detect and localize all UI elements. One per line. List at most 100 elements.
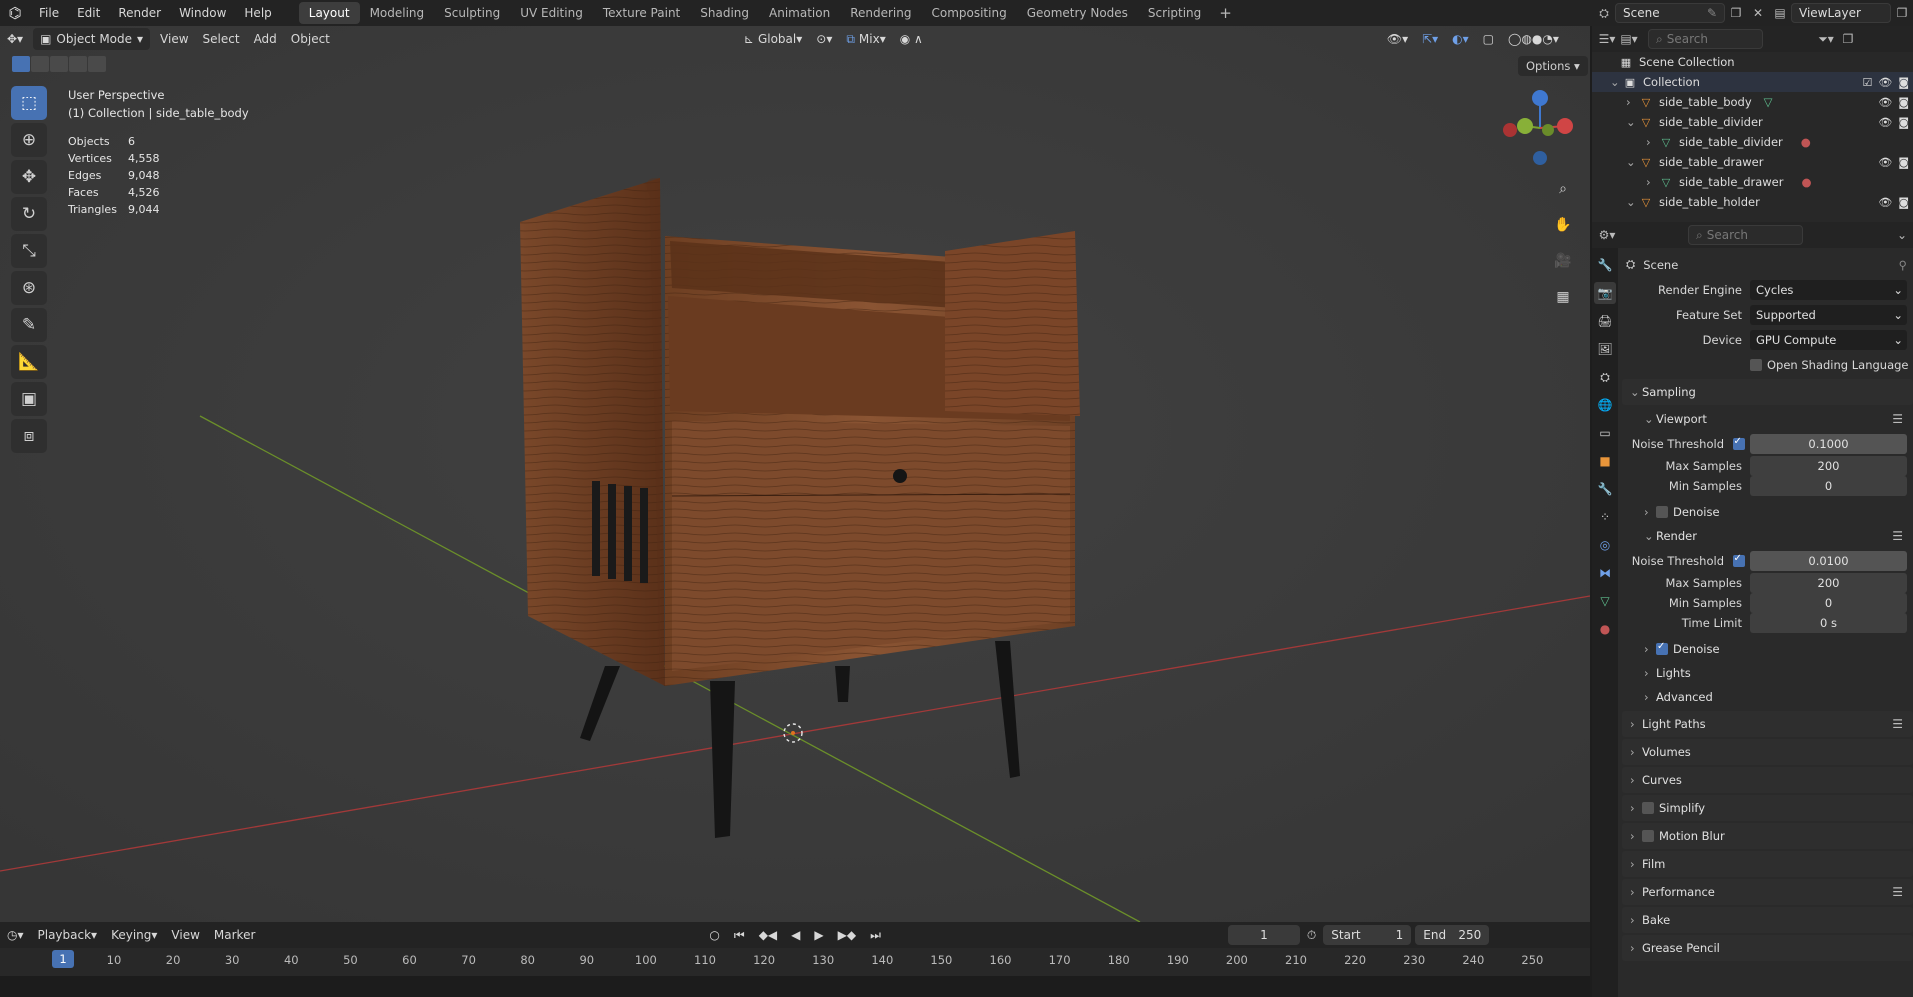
transform-icon[interactable]: ⊛ (11, 271, 47, 305)
particles-tab-icon[interactable]: ⁘ (1594, 506, 1616, 528)
new-scene-icon[interactable]: ❐ (1725, 3, 1747, 23)
viewport-max-field[interactable]: 200 (1750, 456, 1907, 476)
simplify-panel[interactable]: › Simplify (1622, 795, 1913, 821)
rotate-icon[interactable]: ↻ (11, 197, 47, 231)
eye-icon[interactable]: 👁 (1878, 196, 1892, 209)
pivot-icon[interactable]: ⊙▾ (809, 28, 839, 50)
light-paths-panel[interactable]: › Light Paths ☰ (1622, 711, 1913, 737)
tab-sculpting[interactable]: Sculpting (434, 2, 510, 24)
selection-mode-buttons[interactable] (12, 56, 106, 72)
render-max-field[interactable]: 200 (1750, 573, 1907, 593)
tab-compositing[interactable]: Compositing (921, 2, 1016, 24)
world-tab-icon[interactable]: 🌐 (1594, 394, 1616, 416)
pin-icon[interactable]: ⚲ (1899, 258, 1907, 272)
outliner-scene-collection[interactable]: ▦ Scene Collection (1592, 52, 1913, 72)
xray-icon[interactable]: ▢ (1476, 28, 1501, 50)
modifier-tab-icon[interactable]: 🔧 (1594, 478, 1616, 500)
preset-list-icon[interactable]: ☰ (1892, 412, 1903, 426)
eye-icon[interactable]: 👁 (1878, 96, 1892, 109)
menu-timeline-view[interactable]: View (164, 924, 206, 946)
add-workspace-icon[interactable]: + (1211, 4, 1240, 22)
overlay-toggle-icon[interactable]: ◐▾ (1445, 28, 1476, 50)
render-camera-icon[interactable]: ◙ (1898, 96, 1909, 109)
chevron-down-icon[interactable]: ⌄ (1626, 115, 1638, 129)
noise-threshold-checkbox[interactable] (1732, 553, 1745, 567)
select-intersect-icon[interactable] (88, 56, 106, 72)
menu-view[interactable]: View (153, 28, 195, 50)
outliner-search[interactable]: ⌕ Search (1648, 29, 1763, 49)
render-subpanel-header[interactable]: ⌄ Render ☰ (1622, 524, 1913, 548)
render-denoise-subpanel[interactable]: › Denoise (1622, 637, 1913, 661)
select-box-icon[interactable]: ⬚ (11, 86, 47, 120)
object-tab-icon[interactable]: ■ (1594, 450, 1616, 472)
material-tab-icon[interactable]: ● (1594, 618, 1616, 640)
advanced-subpanel[interactable]: › Advanced (1622, 685, 1913, 709)
orientation-selector[interactable]: ⊾ Global ▾ (737, 28, 809, 50)
menu-marker[interactable]: Marker (207, 924, 262, 946)
lights-subpanel[interactable]: › Lights (1622, 661, 1913, 685)
bake-panel[interactable]: › Bake (1622, 907, 1913, 933)
mode-selector[interactable]: ▣ Object Mode ▾ (33, 28, 151, 50)
start-frame-field[interactable]: Start 1 (1323, 925, 1412, 945)
chevron-down-icon[interactable]: ⌄ (1626, 195, 1638, 209)
menu-file[interactable]: File (30, 0, 68, 26)
display-mode-icon[interactable]: ▤▾ (1618, 29, 1640, 49)
camera-icon[interactable]: 🎥 (1550, 248, 1576, 274)
scale-icon[interactable]: ⤡ (11, 234, 47, 268)
snap-selector[interactable]: ⧉ Mix ▾ (839, 28, 892, 50)
chevron-down-icon[interactable]: ⌄ (1891, 225, 1913, 245)
grease-pencil-panel[interactable]: › Grease Pencil (1622, 935, 1913, 961)
menu-help[interactable]: Help (235, 0, 280, 26)
render-min-field[interactable]: 0 (1750, 593, 1907, 613)
menu-select[interactable]: Select (196, 28, 247, 50)
simplify-checkbox[interactable] (1642, 802, 1654, 814)
tab-scripting[interactable]: Scripting (1138, 2, 1211, 24)
move-icon[interactable]: ✥ (11, 160, 47, 194)
menu-add[interactable]: Add (247, 28, 284, 50)
measure-icon[interactable]: 📐 (11, 345, 47, 379)
tab-rendering[interactable]: Rendering (840, 2, 921, 24)
zoom-icon[interactable]: ⌕ (1550, 176, 1576, 202)
preset-list-icon[interactable]: ☰ (1892, 885, 1903, 899)
extra-tool-icon[interactable]: ⧈ (11, 419, 47, 453)
annotate-icon[interactable]: ✎ (11, 308, 47, 342)
jump-start-icon[interactable]: ⏮ (727, 924, 752, 946)
outliner-item[interactable]: ⌄ ▽ side_table_drawer 👁 ◙ (1592, 152, 1913, 172)
feature-set-dropdown[interactable]: Supported ⌄ (1750, 304, 1907, 325)
outliner-item[interactable]: › ▽ side_table_drawer ● (1592, 172, 1913, 192)
cursor-icon[interactable]: ⊕ (11, 123, 47, 157)
tab-modeling[interactable]: Modeling (360, 2, 435, 24)
preset-list-icon[interactable]: ☰ (1892, 717, 1903, 731)
preset-list-icon[interactable]: ☰ (1892, 529, 1903, 543)
chevron-right-icon[interactable]: › (1626, 95, 1638, 109)
timeline-scrollbar[interactable] (0, 976, 1590, 997)
play-reverse-icon[interactable]: ◀ (784, 924, 807, 946)
timeline-editor-icon[interactable]: ◷▾ (0, 924, 31, 946)
scene-selector[interactable]: Scene ✎ (1615, 3, 1725, 23)
chevron-down-icon[interactable]: ⌄ (1610, 75, 1622, 89)
outliner-item[interactable]: › ▽ side_table_body ▽ 👁 ◙ (1592, 92, 1913, 112)
editor-type-icon[interactable]: ✥▾ (0, 28, 30, 50)
select-new-icon[interactable] (12, 56, 30, 72)
motion-blur-checkbox[interactable] (1642, 830, 1654, 842)
select-difference-icon[interactable] (69, 56, 87, 72)
viewport-denoise-subpanel[interactable]: › Denoise (1622, 500, 1913, 524)
eye-icon[interactable]: 👁 (1878, 76, 1892, 89)
menu-keying[interactable]: Keying ▾ (104, 924, 164, 946)
time-limit-field[interactable]: 0 s (1750, 613, 1907, 633)
osl-checkbox[interactable] (1750, 358, 1762, 371)
next-key-icon[interactable]: ▶◆ (831, 924, 863, 946)
outliner-item[interactable]: ⌄ ▽ side_table_divider 👁 ◙ (1592, 112, 1913, 132)
device-dropdown[interactable]: GPU Compute ⌄ (1750, 329, 1907, 350)
outliner-item[interactable]: › ▽ side_table_divider ● (1592, 132, 1913, 152)
tab-shading[interactable]: Shading (690, 2, 759, 24)
menu-window[interactable]: Window (170, 0, 235, 26)
render-camera-icon[interactable]: ◙ (1898, 116, 1909, 129)
render-noise-field[interactable]: 0.0100 (1750, 550, 1907, 571)
menu-edit[interactable]: Edit (68, 0, 109, 26)
properties-search[interactable]: ⌕ Search (1688, 225, 1803, 245)
auto-key-icon[interactable]: ○ (702, 924, 726, 946)
noise-threshold-checkbox[interactable] (1732, 436, 1745, 450)
menu-render[interactable]: Render (109, 0, 170, 26)
view-layer-tab-icon[interactable]: 🖼 (1594, 338, 1616, 360)
